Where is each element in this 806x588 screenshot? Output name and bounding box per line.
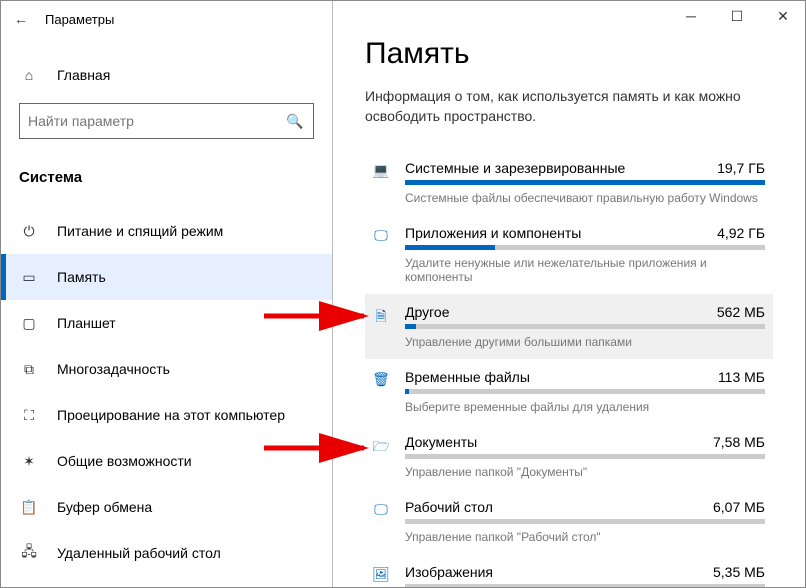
home-icon: ⌂ xyxy=(19,67,39,83)
storage-name: Другое xyxy=(405,304,449,320)
other-icon: 🗎 xyxy=(367,304,395,349)
storage-bar xyxy=(405,389,765,394)
trash-icon: 🗑 xyxy=(367,369,395,414)
multitask-icon: ⧉ xyxy=(19,361,39,378)
home-label: Главная xyxy=(57,67,110,83)
storage-bar xyxy=(405,519,765,524)
storage-bar xyxy=(405,180,765,185)
power-icon: ⏻ xyxy=(19,223,39,240)
storage-desc: Управление папкой "Документы" xyxy=(405,465,765,479)
shared-icon: ✶ xyxy=(19,453,39,470)
storage-size: 562 МБ xyxy=(717,304,765,320)
nav-list: ⏻ Питание и спящий режим ▭ Память ▢ Планшет ⧉ М… xyxy=(1,194,332,587)
nav-item-1[interactable]: ▭ Память xyxy=(1,254,332,300)
window-controls: ─ ☐ ✕ xyxy=(668,0,806,32)
storage-desc: Системные файлы обеспечивают правильную … xyxy=(405,191,765,205)
nav-item-7[interactable]: 🖧 Удаленный рабочий стол xyxy=(1,530,332,576)
storage-item-2[interactable]: 🗎 Другое 562 МБ Управление другими большими… xyxy=(365,294,773,359)
close-button[interactable]: ✕ xyxy=(760,0,806,32)
nav-item-2[interactable]: ▢ Планшет xyxy=(1,300,332,346)
storage-desc: Управление папкой "Рабочий стол" xyxy=(405,530,765,544)
image-icon: 🖼 xyxy=(367,564,395,587)
desktop-icon: 🖵 xyxy=(367,499,395,544)
clipboard-icon: 📋 xyxy=(19,499,39,516)
nav-item-5[interactable]: ✶ Общие возможности xyxy=(1,438,332,484)
page-heading: Память xyxy=(365,37,773,71)
storage-size: 7,58 МБ xyxy=(713,434,765,450)
storage-size: 6,07 МБ xyxy=(713,499,765,515)
search-icon: 🔍 xyxy=(285,113,305,130)
nav-item-label: Буфер обмена xyxy=(57,499,152,515)
window-title: Параметры xyxy=(45,12,114,27)
storage-desc: Выберите временные файлы для удаления xyxy=(405,400,765,414)
storage-list: 💻 Системные и зарезервированные 19,7 ГБ Сис… xyxy=(365,150,773,587)
nav-item-label: Многозадачность xyxy=(57,361,170,377)
search-container[interactable]: 🔍 xyxy=(19,103,314,139)
storage-name: Рабочий стол xyxy=(405,499,493,515)
monitor-icon: 🖵 xyxy=(367,225,395,284)
nav-home[interactable]: ⌂ Главная xyxy=(1,59,332,91)
storage-item-0[interactable]: 💻 Системные и зарезервированные 19,7 ГБ Сис… xyxy=(365,150,773,215)
storage-item-4[interactable]: 🗁 Документы 7,58 МБ Управление папкой "Доку… xyxy=(365,424,773,489)
storage-size: 5,35 МБ xyxy=(713,564,765,580)
search-input[interactable] xyxy=(28,113,285,129)
storage-name: Временные файлы xyxy=(405,369,530,385)
nav-item-label: Проецирование на этот компьютер xyxy=(57,407,285,423)
storage-desc: Удалите ненужные или нежелательные прило… xyxy=(405,256,765,284)
storage-bar xyxy=(405,584,765,587)
storage-name: Системные и зарезервированные xyxy=(405,160,625,176)
storage-item-3[interactable]: 🗑 Временные файлы 113 МБ Выберите временные… xyxy=(365,359,773,424)
storage-name: Изображения xyxy=(405,564,493,580)
laptop-icon: 💻 xyxy=(367,160,395,205)
storage-bar xyxy=(405,454,765,459)
folder-icon: 🗁 xyxy=(367,434,395,479)
nav-item-4[interactable]: ⛶ Проецирование на этот компьютер xyxy=(1,392,332,438)
projecting-icon: ⛶ xyxy=(19,407,39,424)
nav-item-label: Удаленный рабочий стол xyxy=(57,545,221,561)
nav-item-0[interactable]: ⏻ Питание и спящий режим xyxy=(1,208,332,254)
maximize-button[interactable]: ☐ xyxy=(714,0,760,32)
minimize-button[interactable]: ─ xyxy=(668,0,714,32)
storage-desc: Управление другими большими папками xyxy=(405,335,765,349)
storage-size: 19,7 ГБ xyxy=(717,160,765,176)
storage-size: 4,92 ГБ xyxy=(717,225,765,241)
nav-item-label: Память xyxy=(57,269,106,285)
storage-item-6[interactable]: 🖼 Изображения 5,35 МБ xyxy=(365,554,773,587)
nav-item-label: Общие возможности xyxy=(57,453,192,469)
nav-item-3[interactable]: ⧉ Многозадачность xyxy=(1,346,332,392)
storage-name: Приложения и компоненты xyxy=(405,225,581,241)
storage-item-1[interactable]: 🖵 Приложения и компоненты 4,92 ГБ Удалите н… xyxy=(365,215,773,294)
nav-item-6[interactable]: 📋 Буфер обмена xyxy=(1,484,332,530)
storage-bar xyxy=(405,245,765,250)
back-button[interactable]: ← xyxy=(9,11,33,27)
storage-bar xyxy=(405,324,765,329)
storage-icon: ▭ xyxy=(19,269,39,286)
section-heading: Система xyxy=(19,169,314,186)
storage-size: 113 МБ xyxy=(718,369,765,385)
storage-name: Документы xyxy=(405,434,477,450)
storage-item-5[interactable]: 🖵 Рабочий стол 6,07 МБ Управление папкой "Р… xyxy=(365,489,773,554)
nav-item-label: Питание и спящий режим xyxy=(57,223,223,239)
remote-icon: 🖧 xyxy=(19,541,39,565)
tablet-icon: ▢ xyxy=(19,315,39,332)
page-subtitle: Информация о том, как используется памят… xyxy=(365,87,773,126)
nav-item-label: Планшет xyxy=(57,315,116,331)
